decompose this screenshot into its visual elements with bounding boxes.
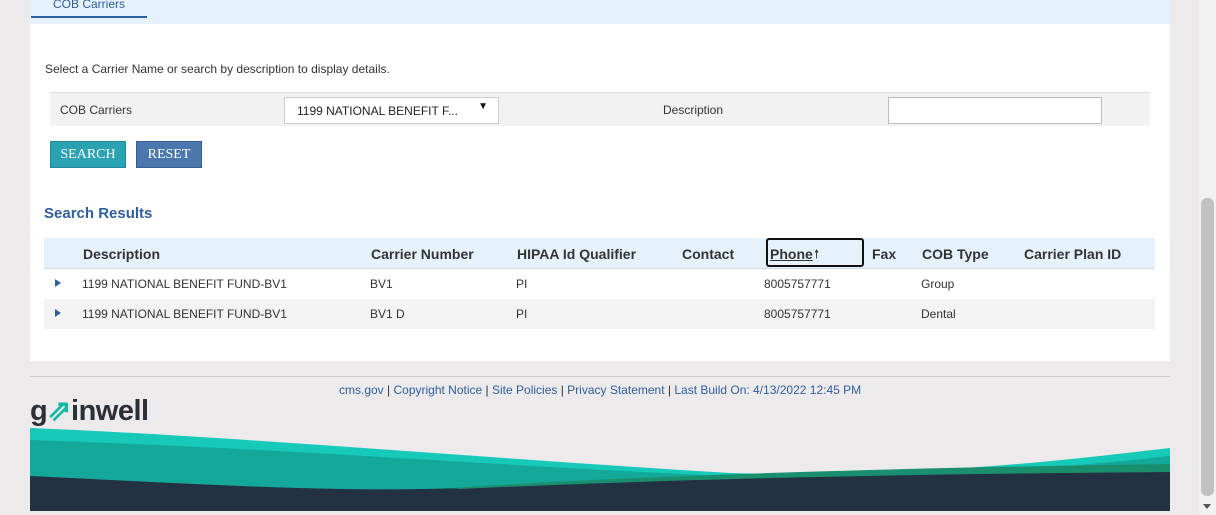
table-row[interactable]: 1199 NATIONAL BENEFIT FUND-BV1 BV1 D PI … <box>44 299 1155 329</box>
footer-link-site-policies[interactable]: Site Policies <box>492 383 557 397</box>
cell-description: 1199 NATIONAL BENEFIT FUND-BV1 <box>82 307 287 321</box>
footer-link-copyright[interactable]: Copyright Notice <box>393 383 482 397</box>
cell-phone: 8005757771 <box>764 307 831 321</box>
instructions-text: Select a Carrier Name or search by descr… <box>45 62 390 76</box>
carrier-select-value: 1199 NATIONAL BENEFIT F... <box>297 104 458 118</box>
logo-arrow-icon: ⇗ <box>47 395 72 427</box>
tab-strip: COB Carriers <box>30 0 1170 24</box>
cell-cob-type: Group <box>921 277 955 291</box>
cell-description: 1199 NATIONAL BENEFIT FUND-BV1 <box>82 277 287 291</box>
cell-phone: 8005757771 <box>764 277 831 291</box>
results-title: Search Results <box>44 205 153 222</box>
column-header-cob-type[interactable]: COB Type <box>922 246 989 262</box>
footer-build-info[interactable]: Last Build On: 4/13/2022 12:45 PM <box>674 383 861 397</box>
column-header-plan-id[interactable]: Carrier Plan ID <box>1024 246 1121 262</box>
description-label: Description <box>663 103 724 117</box>
footer-separator: | <box>383 383 394 397</box>
footer-separator: | <box>482 383 492 397</box>
footer-divider <box>30 376 1170 377</box>
results-table: Description Carrier Number HIPAA Id Qual… <box>44 238 1155 329</box>
filter-row: COB Carriers 1199 NATIONAL BENEFIT F... … <box>50 92 1150 126</box>
column-header-carrier-number[interactable]: Carrier Number <box>371 246 474 262</box>
cell-hipaa: PI <box>516 277 528 291</box>
footer-separator: | <box>557 383 568 397</box>
cell-hipaa: PI <box>516 307 528 321</box>
footer-link-cms[interactable]: cms.gov <box>339 383 384 397</box>
scrollbar-thumb[interactable] <box>1201 198 1214 496</box>
footer-links: cms.gov | Copyright Notice | Site Polici… <box>339 383 861 397</box>
footer-link-privacy[interactable]: Privacy Statement <box>567 383 664 397</box>
content-panel: Select a Carrier Name or search by descr… <box>30 24 1170 361</box>
column-header-phone-label: Phone <box>770 246 813 262</box>
triangle-right-icon[interactable] <box>55 309 61 317</box>
footer-waves <box>30 428 1170 511</box>
column-header-description[interactable]: Description <box>83 246 160 262</box>
carrier-label: COB Carriers <box>60 103 133 117</box>
cell-carrier-number: BV1 <box>370 277 393 291</box>
gainwell-logo: g⇗inwell <box>30 393 149 428</box>
chevron-down-icon: ▼ <box>478 101 488 112</box>
search-button[interactable]: SEARCH <box>50 141 126 168</box>
description-input[interactable] <box>888 97 1102 124</box>
table-row[interactable]: 1199 NATIONAL BENEFIT FUND-BV1 BV1 PI 80… <box>44 269 1155 299</box>
page-scrollbar[interactable] <box>1199 0 1216 515</box>
cell-carrier-number: BV1 D <box>370 307 405 321</box>
column-header-hipaa[interactable]: HIPAA Id Qualifier <box>517 246 636 262</box>
carrier-select[interactable]: 1199 NATIONAL BENEFIT F... ▼ <box>284 97 499 124</box>
arrow-up-icon: 🠕 <box>814 247 820 261</box>
scroll-down-icon[interactable] <box>1203 504 1211 509</box>
table-header: Description Carrier Number HIPAA Id Qual… <box>44 238 1155 269</box>
triangle-right-icon[interactable] <box>55 279 61 287</box>
column-header-fax[interactable]: Fax <box>872 246 896 262</box>
logo-text-end: inwell <box>71 395 149 427</box>
reset-button[interactable]: RESET <box>136 141 202 168</box>
column-header-phone[interactable]: Phone 🠕 <box>766 238 864 267</box>
cell-cob-type: Dental <box>921 307 956 321</box>
logo-text-start: g <box>30 395 48 427</box>
tab-cob-carriers[interactable]: COB Carriers <box>31 0 147 18</box>
footer-separator: | <box>664 383 675 397</box>
column-header-contact[interactable]: Contact <box>682 246 734 262</box>
